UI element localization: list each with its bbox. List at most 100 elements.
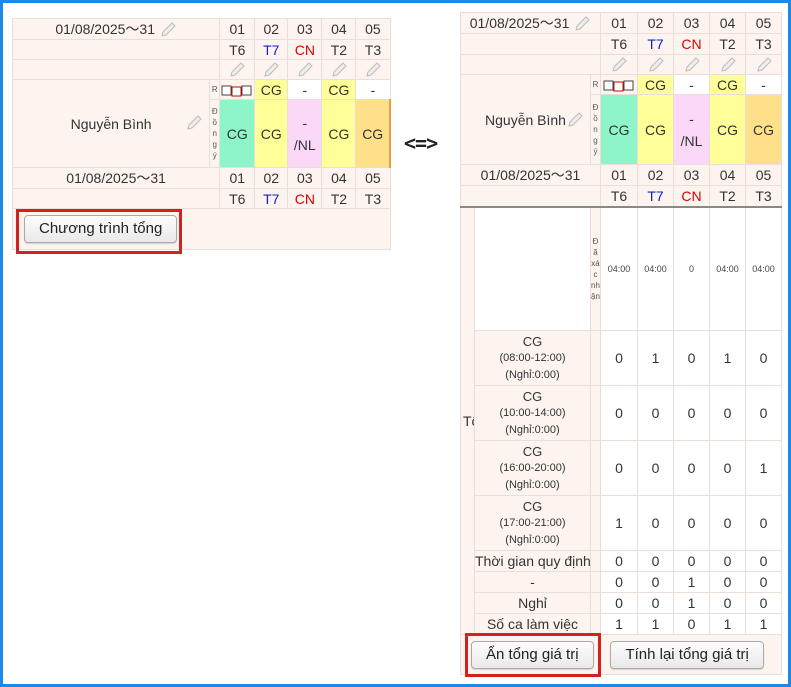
weekday-footer: T3 xyxy=(355,188,391,210)
pencil-icon[interactable] xyxy=(683,56,701,74)
shift-top-cell[interactable]: - xyxy=(745,74,782,96)
shift-top-cell[interactable]: CG xyxy=(254,79,289,101)
edit-day-cell[interactable] xyxy=(321,59,357,81)
calendar-icon[interactable] xyxy=(221,85,253,97)
pencil-icon[interactable] xyxy=(755,56,773,74)
pencil-icon[interactable] xyxy=(719,56,737,74)
edit-day-cell[interactable] xyxy=(219,59,256,81)
weekday-footer: T6 xyxy=(219,188,256,210)
pencil-icon[interactable] xyxy=(566,111,584,129)
edit-day-cell[interactable] xyxy=(254,59,289,81)
pencil-icon[interactable] xyxy=(610,56,628,74)
edit-day-cell[interactable] xyxy=(637,54,674,76)
shift-cell[interactable]: CG xyxy=(600,94,638,166)
empty-cell xyxy=(460,33,601,56)
confirmed-value: 0 xyxy=(673,205,710,332)
summary-cell: 1 xyxy=(745,613,782,636)
summary-cell: 0 xyxy=(745,592,782,615)
shift-cell[interactable]: CG xyxy=(321,99,357,169)
shift-top-cell[interactable]: - xyxy=(673,74,710,96)
day-footer: 04 xyxy=(709,164,746,187)
date-range-cell[interactable]: 01/08/2025～31 xyxy=(11,17,221,41)
count-cell: 0 xyxy=(637,440,674,497)
shift-cell[interactable]: CG xyxy=(637,94,674,166)
weekday-header: T7 xyxy=(254,39,289,61)
status-r-label: R xyxy=(209,79,221,101)
pencil-icon[interactable] xyxy=(364,61,382,79)
pencil-icon[interactable] xyxy=(296,61,314,79)
shift-top-cell[interactable]: CG xyxy=(709,74,746,96)
shift-cell[interactable]: CG xyxy=(254,99,289,169)
shift-rest: (Nghỉ:0:00) xyxy=(505,368,560,381)
summary-cell: 0 xyxy=(673,550,710,573)
shift-cell[interactable]: - /NL xyxy=(287,99,323,169)
summary-cell: 0 xyxy=(745,571,782,594)
calendar-icon-cell[interactable] xyxy=(219,79,256,101)
shift-cell[interactable]: - /NL xyxy=(673,94,710,166)
weekday-header: T6 xyxy=(219,39,256,61)
weekday-header: T3 xyxy=(745,33,782,56)
empty-cell xyxy=(590,571,601,594)
shift-top-cell[interactable]: CG xyxy=(321,79,357,101)
pencil-icon[interactable] xyxy=(159,21,177,39)
count-cell: 0 xyxy=(745,495,782,552)
edit-day-cell[interactable] xyxy=(745,54,782,76)
count-cell: 0 xyxy=(709,495,746,552)
highlight-box xyxy=(16,209,182,254)
shift-top-cell[interactable]: CG xyxy=(637,74,674,96)
total-label: Tổng xyxy=(460,205,475,636)
shift-name: CG xyxy=(522,443,543,459)
summary-cell: 0 xyxy=(600,550,638,573)
shift-cell[interactable]: CG xyxy=(745,94,782,166)
day-footer: 05 xyxy=(355,167,391,190)
summary-cell: 1 xyxy=(673,592,710,615)
day-header: 04 xyxy=(321,17,357,41)
pencil-icon[interactable] xyxy=(647,56,665,74)
count-cell: 0 xyxy=(637,495,674,552)
shift-top-cell[interactable]: - xyxy=(355,79,391,101)
calendar-icon[interactable] xyxy=(603,80,635,92)
employee-cell[interactable]: Nguyễn Bình xyxy=(460,74,591,166)
pencil-icon[interactable] xyxy=(228,61,246,79)
recalculate-totals-button[interactable]: Tính lại tổng giá trị xyxy=(610,640,764,669)
empty-cell xyxy=(590,330,601,387)
day-footer: 02 xyxy=(637,164,674,187)
shift-name: CG xyxy=(522,333,543,349)
pencil-icon[interactable] xyxy=(185,114,203,132)
edit-day-cell[interactable] xyxy=(673,54,710,76)
pencil-icon[interactable] xyxy=(262,61,280,79)
employee-cell[interactable]: Nguyễn Bình xyxy=(11,79,211,169)
status-v-label: Đồng ý xyxy=(209,99,221,169)
empty-cell xyxy=(460,54,601,76)
date-range-cell[interactable]: 01/08/2025～31 xyxy=(460,11,601,35)
empty-cell xyxy=(590,592,601,615)
count-cell: 0 xyxy=(673,495,710,552)
shift-top-cell[interactable]: - xyxy=(287,79,323,101)
count-cell: 0 xyxy=(709,385,746,442)
shift-time: (17:00-21:00) xyxy=(499,516,566,529)
shift-cell[interactable]: CG xyxy=(219,99,256,169)
count-cell: 0 xyxy=(673,440,710,497)
weekday-header: T3 xyxy=(355,39,391,61)
summary-cell: 0 xyxy=(709,592,746,615)
summary-cell: 1 xyxy=(673,571,710,594)
empty-cell xyxy=(11,188,221,210)
weekday-footer: T2 xyxy=(321,188,357,210)
screenshot-frame: 01/08/2025～31 01 02 03 04 05 T6 T7 CN T2… xyxy=(0,0,791,687)
pencil-icon[interactable] xyxy=(330,61,348,79)
weekday-header: T6 xyxy=(600,33,638,56)
edit-day-cell[interactable] xyxy=(709,54,746,76)
weekday-header: T7 xyxy=(637,33,674,56)
shift-cell[interactable]: CG xyxy=(709,94,746,166)
summary-cell: 0 xyxy=(673,613,710,636)
date-range: 01/08/2025～31 xyxy=(55,21,155,37)
pencil-icon[interactable] xyxy=(573,15,591,33)
edit-day-cell[interactable] xyxy=(600,54,638,76)
calendar-icon-cell[interactable] xyxy=(600,74,638,96)
count-cell: 0 xyxy=(637,385,674,442)
summary-cell: 0 xyxy=(709,550,746,573)
edit-day-cell[interactable] xyxy=(355,59,391,81)
edit-day-cell[interactable] xyxy=(287,59,323,81)
shift-time: (16:00-20:00) xyxy=(499,461,566,474)
shift-cell[interactable]: CG xyxy=(355,99,392,169)
